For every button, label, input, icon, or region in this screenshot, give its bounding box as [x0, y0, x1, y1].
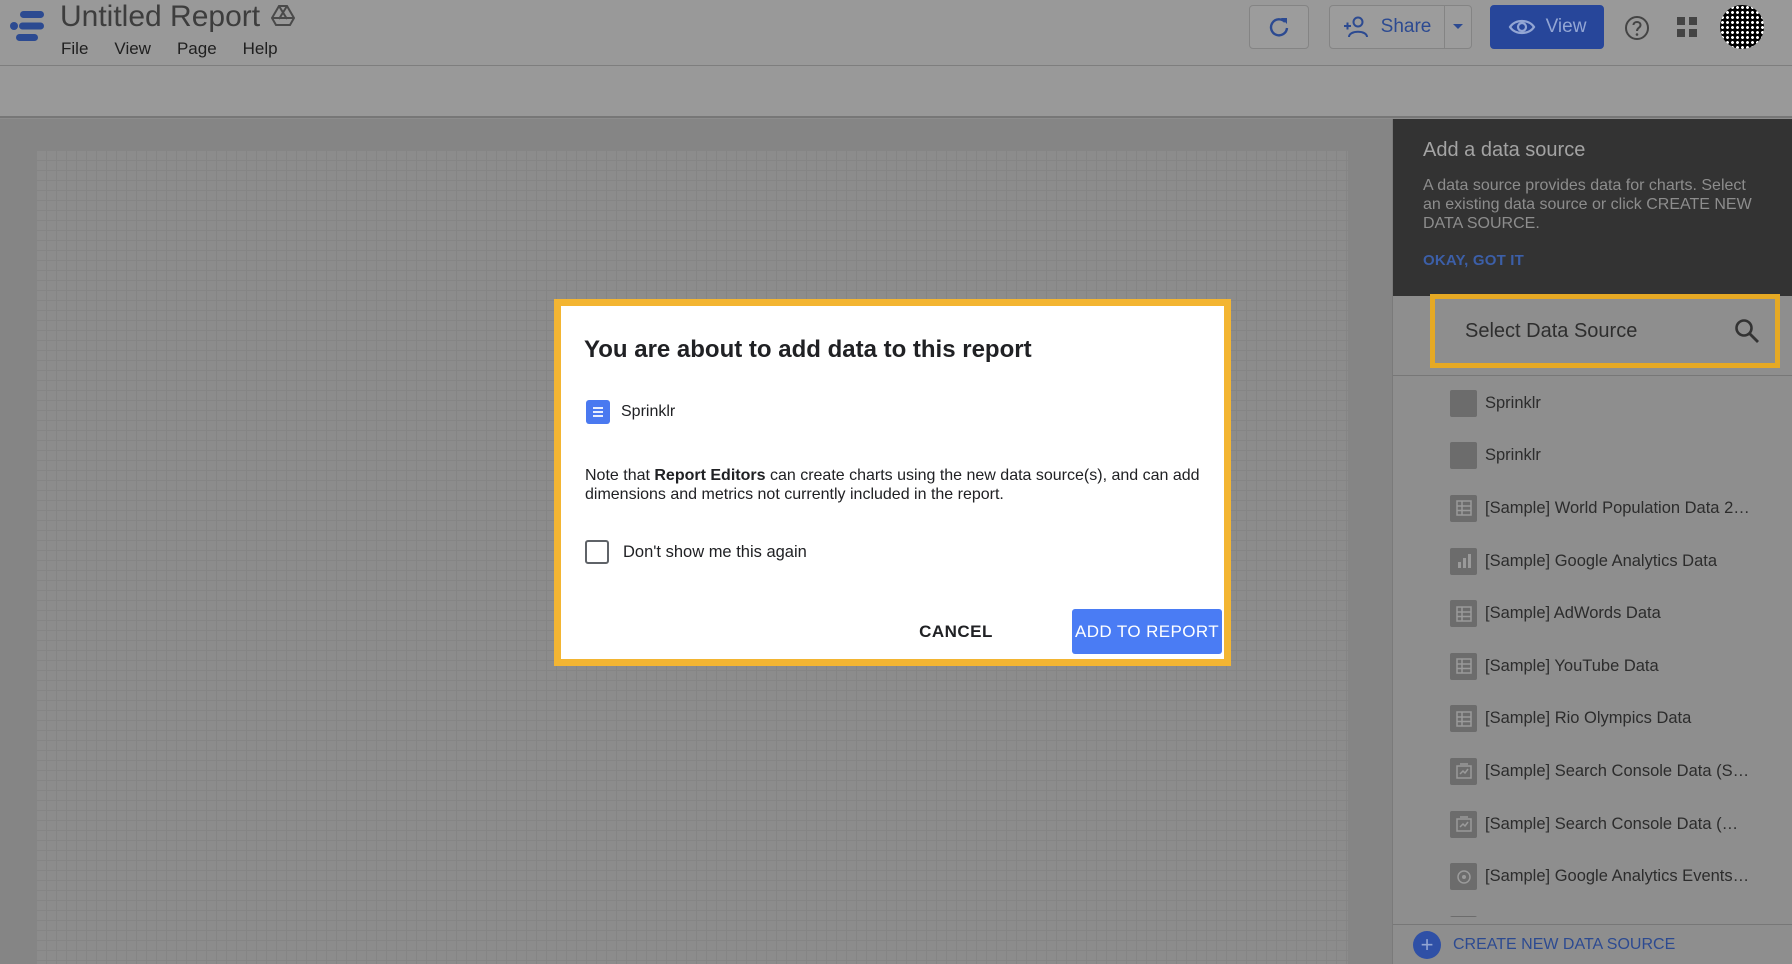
drive-icon[interactable]: [271, 5, 295, 27]
menu-view[interactable]: View: [114, 39, 151, 59]
report-toolbar: [0, 66, 1792, 118]
list-item[interactable]: [1393, 903, 1792, 917]
list-item[interactable]: [Sample] Google Analytics Data: [1393, 535, 1792, 588]
data-source-panel: Add a data source A data source provides…: [1392, 119, 1792, 964]
add-data-dialog: You are about to add data to this report…: [554, 299, 1231, 666]
app-header: Untitled Report File View Page Help Shar…: [0, 0, 1792, 66]
list-item-label: [Sample] Search Console Data (Site Impre…: [1485, 761, 1750, 780]
share-label: Share: [1380, 16, 1432, 37]
sheet-icon: [1450, 652, 1477, 680]
menu-bar: File View Page Help: [61, 39, 304, 59]
note-prefix: Note that: [585, 467, 655, 484]
cancel-button[interactable]: CANCEL: [901, 611, 1011, 653]
list-item[interactable]: [Sample] Search Console Data (URL Impres…: [1393, 798, 1792, 851]
list-item-label: Sprinklr: [1485, 393, 1541, 412]
analytics-icon: [1450, 547, 1477, 575]
menu-file[interactable]: File: [61, 39, 88, 59]
list-item-label: [Sample] Google Analytics Events Data: [1485, 867, 1750, 886]
search-label: Select Data Source: [1465, 319, 1638, 342]
sheet-icon: [1450, 494, 1477, 522]
view-button[interactable]: View: [1490, 5, 1604, 49]
panel-divider: [1393, 375, 1792, 376]
search-icon[interactable]: [1733, 317, 1761, 345]
dont-show-again-option[interactable]: Don't show me this again: [585, 540, 807, 564]
share-button[interactable]: Share: [1329, 5, 1445, 49]
events-icon: [1450, 863, 1477, 891]
panel-help-title: Add a data source: [1423, 139, 1586, 161]
eye-icon: [1508, 19, 1535, 35]
list-item[interactable]: Sprinklr: [1393, 377, 1792, 430]
create-new-data-source-link[interactable]: CREATE NEW DATA SOURCE: [1453, 936, 1675, 954]
data-source-blank-icon: [1450, 915, 1477, 917]
data-source-list: Sprinklr Sprinklr [Sample] World Populat…: [1393, 377, 1792, 917]
add-person-icon: [1343, 16, 1368, 38]
create-data-source-bar: + CREATE NEW DATA SOURCE: [1393, 924, 1792, 964]
panel-help-card: Add a data source A data source provides…: [1393, 119, 1792, 296]
dialog-note: Note that Report Editors can create char…: [585, 466, 1213, 504]
data-studio-logo-icon[interactable]: [6, 8, 46, 44]
menu-page[interactable]: Page: [177, 39, 217, 59]
search-console-icon: [1450, 810, 1477, 838]
list-item[interactable]: [Sample] Search Console Data (Site Impre…: [1393, 745, 1792, 798]
add-circle-icon[interactable]: +: [1413, 930, 1441, 959]
help-icon[interactable]: [1624, 15, 1650, 41]
add-to-report-button[interactable]: ADD TO REPORT: [1072, 609, 1222, 654]
dont-show-again-checkbox[interactable]: [585, 540, 609, 564]
select-data-source-search[interactable]: Select Data Source: [1430, 294, 1780, 368]
list-item-label: [Sample] Rio Olympics Data: [1485, 709, 1692, 728]
list-item-label: [Sample] AdWords Data: [1485, 604, 1661, 623]
data-source-blank-icon: [1450, 442, 1477, 470]
menu-help[interactable]: Help: [243, 39, 278, 59]
dialog-title: You are about to add data to this report: [584, 336, 1032, 363]
user-avatar[interactable]: [1720, 5, 1764, 49]
list-item-label: Sprinklr: [1485, 446, 1541, 465]
data-source-blank-icon: [1450, 389, 1477, 417]
view-label: View: [1545, 16, 1587, 37]
list-item[interactable]: [Sample] Google Analytics Events Data: [1393, 850, 1792, 903]
caret-down-icon: [1453, 24, 1463, 29]
list-item-label: [Sample] World Population Data 2005: [1485, 498, 1750, 517]
dialog-data-source-label: Sprinklr: [621, 403, 676, 420]
report-title[interactable]: Untitled Report: [60, 0, 260, 34]
apps-grid-icon[interactable]: [1676, 16, 1698, 38]
list-item-label: [Sample] YouTube Data: [1485, 656, 1659, 675]
search-console-icon: [1450, 757, 1477, 785]
list-item-label: [Sample] Search Console Data (URL Impres…: [1485, 814, 1750, 833]
okay-got-it-link[interactable]: OKAY, GOT IT: [1423, 252, 1763, 269]
refresh-button[interactable]: [1249, 5, 1309, 49]
list-item-label: [Sample] Google Analytics Data: [1485, 551, 1718, 570]
list-item[interactable]: [Sample] World Population Data 2005: [1393, 482, 1792, 535]
refresh-icon: [1269, 18, 1289, 37]
list-item[interactable]: [Sample] AdWords Data: [1393, 587, 1792, 640]
sheet-icon: [1450, 600, 1477, 628]
panel-help-text: A data source provides data for charts. …: [1423, 177, 1752, 232]
dialog-data-source: Sprinklr: [586, 400, 675, 424]
checkbox-label: Don't show me this again: [623, 542, 807, 561]
note-bold: Report Editors: [654, 467, 766, 484]
sheet-icon: [1450, 705, 1477, 733]
list-item[interactable]: [Sample] YouTube Data: [1393, 640, 1792, 693]
share-options-button[interactable]: [1444, 5, 1472, 49]
list-item[interactable]: Sprinklr: [1393, 430, 1792, 483]
list-doc-icon: [586, 400, 610, 424]
list-item[interactable]: [Sample] Rio Olympics Data: [1393, 693, 1792, 746]
